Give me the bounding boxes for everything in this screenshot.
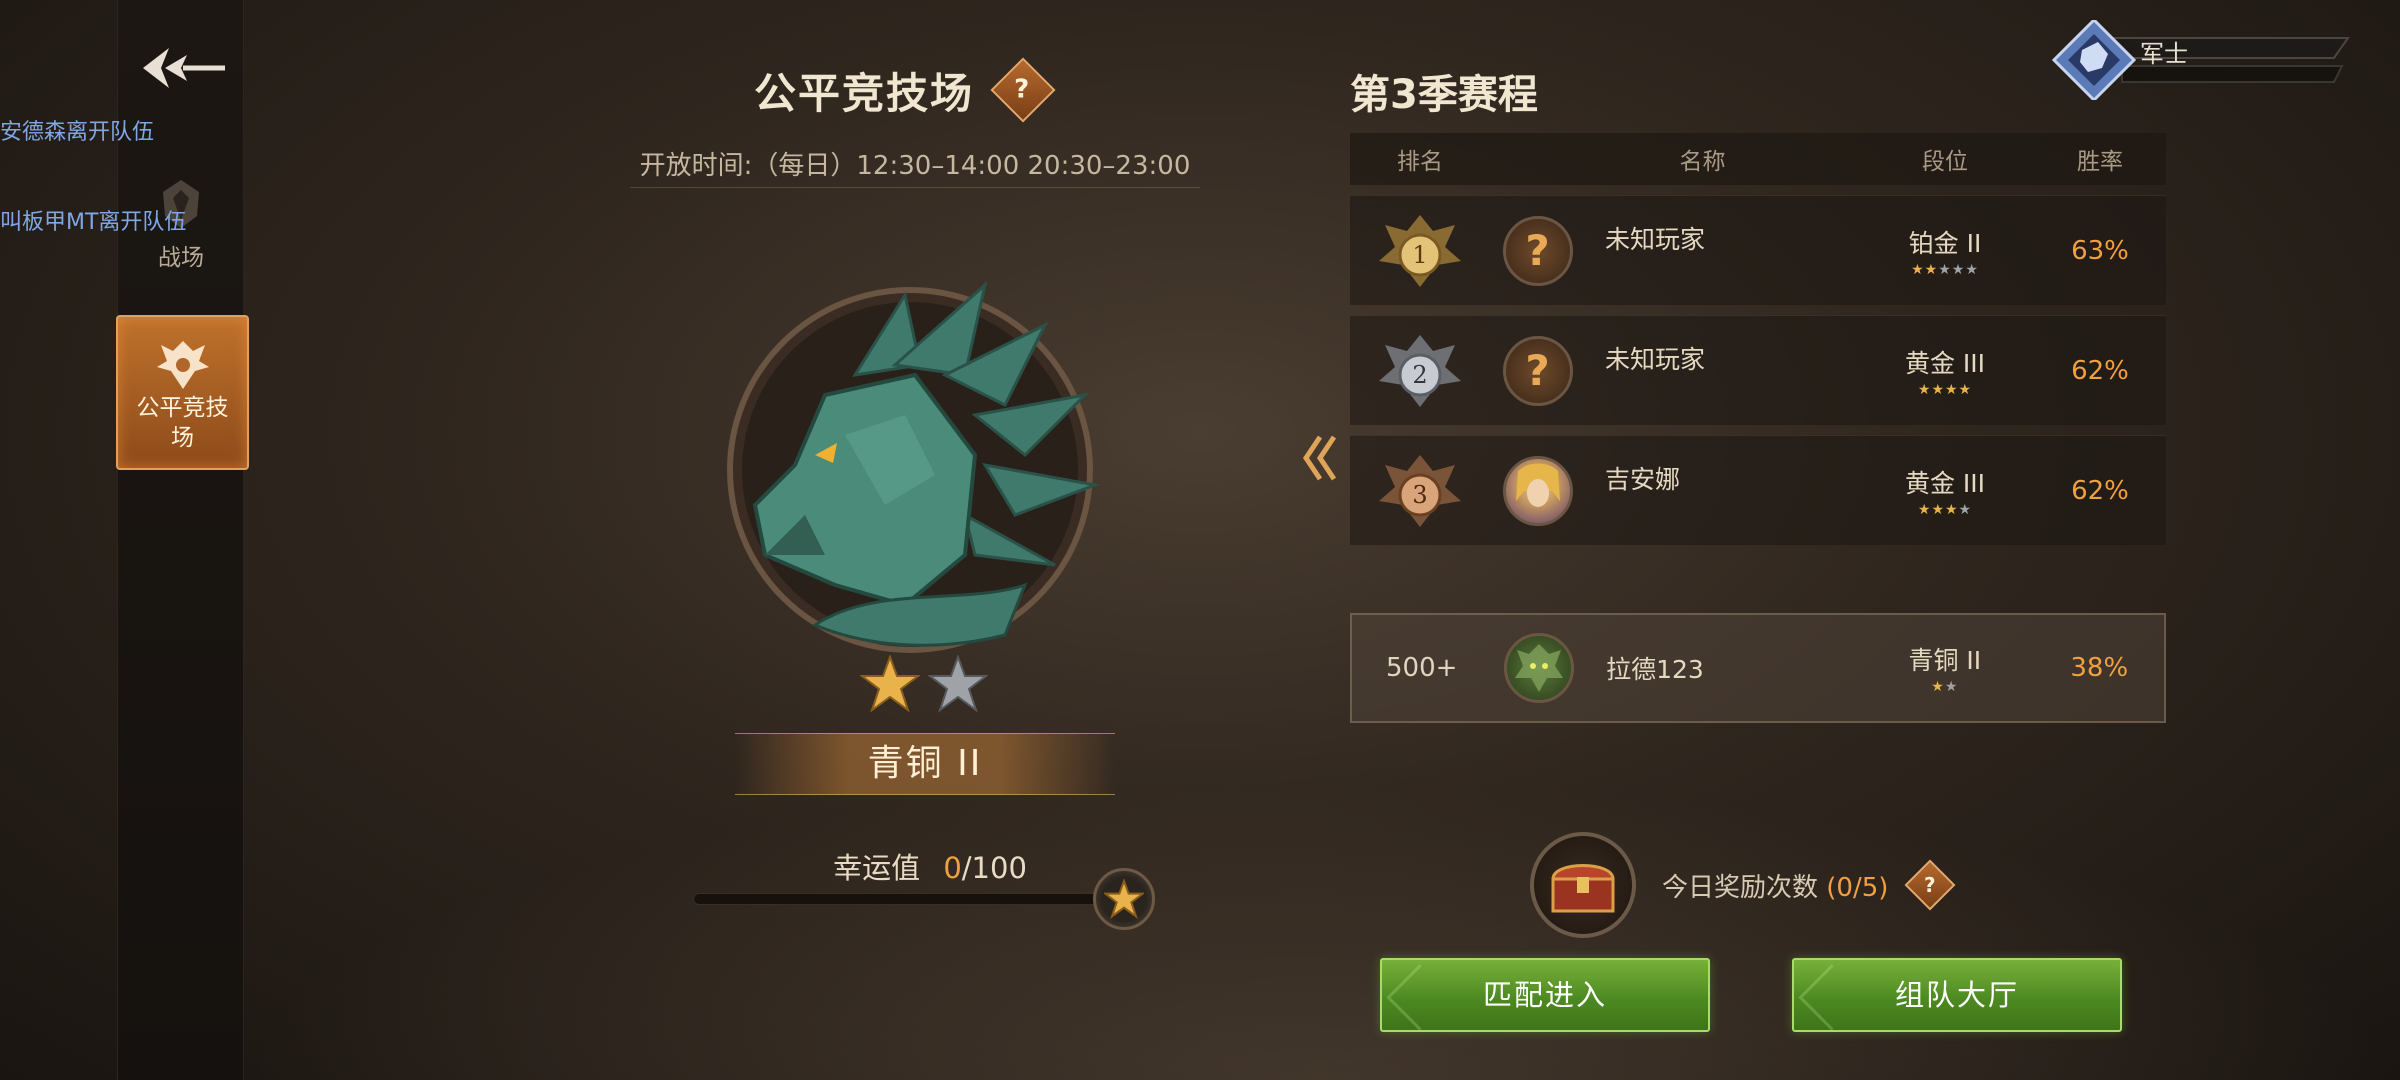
star-icon: [1104, 879, 1144, 919]
avatar-cell: ?: [1490, 215, 1585, 286]
arena-crest-icon: [156, 340, 209, 389]
back-button[interactable]: [136, 36, 232, 100]
luck-reward-button[interactable]: [1093, 868, 1155, 930]
rank-number: 2: [1412, 361, 1427, 389]
sidebar-item-label: 战场: [158, 245, 204, 271]
treasure-chest-button[interactable]: [1530, 832, 1636, 938]
player-name: 未知玩家: [1605, 345, 1706, 374]
sidebar-item-label: 公平竞技: [136, 394, 229, 421]
team-notice-1: 安德森离开队伍: [0, 120, 155, 145]
open-time-text: 开放时间:（每日）12:30–14:00 20:30–23:00: [630, 144, 1200, 188]
reward-count: (0/5): [1826, 872, 1889, 903]
tier-stars: ★★★★★: [1911, 261, 1979, 278]
tier-stars: ★★★★: [1917, 381, 1973, 398]
luck-current: 0: [943, 851, 962, 885]
sidebar-item-label: 场: [171, 424, 194, 451]
tier-name: 黄金 III: [1904, 468, 1986, 498]
luck-max: /100: [961, 851, 1027, 885]
double-chevron-left-icon: [1302, 435, 1337, 481]
collapse-panel-button[interactable]: [1300, 428, 1340, 488]
table-row[interactable]: 2 ? 未知玩家 黄金 III ★★★★ 62%: [1350, 315, 2166, 425]
gold-medal-icon: 1: [1379, 214, 1461, 287]
horse-emblem-icon: [727, 280, 1101, 653]
avatar-cell: [1491, 633, 1586, 703]
player-title: 军士: [2140, 40, 2188, 68]
season-title: 第3季赛程: [1350, 72, 1538, 118]
player-name: 吉安娜: [1605, 465, 1681, 494]
silver-medal-icon: 2: [1379, 334, 1461, 407]
header-winrate: 胜率: [2077, 149, 2123, 175]
treant-portrait-icon: [1503, 633, 1574, 703]
star-empty-icon: [928, 655, 988, 713]
tier-cell: 黄金 III ★★★★: [1855, 344, 2035, 398]
tier-stars: ★★★★: [1917, 501, 1973, 518]
luck-value: 幸运值 0/100: [780, 845, 1080, 887]
question-icon: ?: [1014, 75, 1032, 105]
bronze-medal-icon: 3: [1379, 454, 1461, 527]
avatar-cell: [1490, 455, 1585, 526]
current-rank-banner: 青铜 II: [735, 733, 1115, 795]
luck-label: 幸运值: [833, 851, 921, 885]
rank-cell: 3: [1350, 451, 1490, 531]
winrate: 63%: [2071, 235, 2129, 266]
rank-cell: 500+: [1386, 653, 1458, 683]
rank-cell: 1: [1350, 211, 1490, 291]
tier-cell: 黄金 III ★★★★: [1855, 464, 2035, 518]
rank-stars: [860, 655, 988, 713]
rank-number: 3: [1412, 481, 1427, 509]
sidebar-item-fair-arena[interactable]: 公平竞技 场: [116, 315, 249, 470]
elf-portrait-icon: [1502, 455, 1573, 526]
table-row[interactable]: 3 吉安娜 黄金 III ★★★★ 62%: [1350, 435, 2166, 545]
tier-name: 青铜 II: [1908, 646, 1982, 675]
header-name: 名称: [1679, 149, 1726, 175]
treasure-chest-icon: [1551, 864, 1615, 913]
back-arrow-icon: [143, 48, 225, 88]
rank-emblem: [705, 255, 1125, 675]
player-name: 拉德123: [1606, 655, 1704, 684]
tier-name: 黄金 III: [1904, 348, 1986, 378]
winrate: 38%: [2070, 653, 2129, 683]
player-rank-badge: [2052, 20, 2350, 100]
rank-cell: 2: [1350, 331, 1490, 411]
ranking-table: 排名 名称 段位 胜率 1 ? 未知玩家 铂金 II ★★★★★ 63% 2 ?…: [1350, 133, 2166, 723]
header-tier: 段位: [1922, 149, 1968, 175]
reward-help-button[interactable]: ?: [1904, 859, 1956, 911]
winrate: 62%: [2071, 355, 2129, 386]
reward-count-text: 今日奖励次数 (0/5): [1662, 867, 1888, 904]
team-notice-2: 叫板甲MT离开队伍: [0, 210, 187, 235]
arena-help-button[interactable]: ?: [990, 57, 1056, 123]
header-rank: 排名: [1397, 149, 1443, 175]
winrate: 62%: [2071, 475, 2129, 506]
tier-cell: 青铜 II ★★: [1855, 641, 2034, 695]
ranking-table-header: 排名 名称 段位 胜率: [1350, 133, 2166, 185]
rank-number: 1: [1412, 241, 1427, 269]
arena-floor-background: [240, 780, 2400, 1080]
luck-progress-bar: [693, 893, 1123, 905]
daily-reward: 今日奖励次数 (0/5) ?: [1530, 832, 1956, 938]
star-filled-icon: [860, 655, 920, 713]
team-hall-button[interactable]: 组队大厅: [1792, 958, 2122, 1032]
unknown-avatar-icon: ?: [1502, 215, 1573, 286]
page-title: 公平竞技场: [754, 68, 975, 118]
tier-name: 铂金 II: [1908, 228, 1982, 258]
page-title-row: 公平竞技场 ?: [754, 57, 1056, 123]
tier-cell: 铂金 II ★★★★★: [1855, 224, 2035, 278]
player-name: 未知玩家: [1605, 225, 1706, 254]
my-rank-row[interactable]: 500+ 拉德123 青铜 II ★★ 38%: [1350, 613, 2166, 723]
match-enter-button[interactable]: 匹配进入: [1380, 958, 1710, 1032]
table-row[interactable]: 1 ? 未知玩家 铂金 II ★★★★★ 63%: [1350, 195, 2166, 305]
avatar-cell: ?: [1490, 335, 1585, 406]
tier-stars: ★★: [1931, 679, 1959, 695]
reward-label: 今日奖励次数: [1662, 872, 1819, 903]
question-icon: ?: [1924, 872, 1937, 897]
unknown-avatar-icon: ?: [1502, 335, 1573, 406]
